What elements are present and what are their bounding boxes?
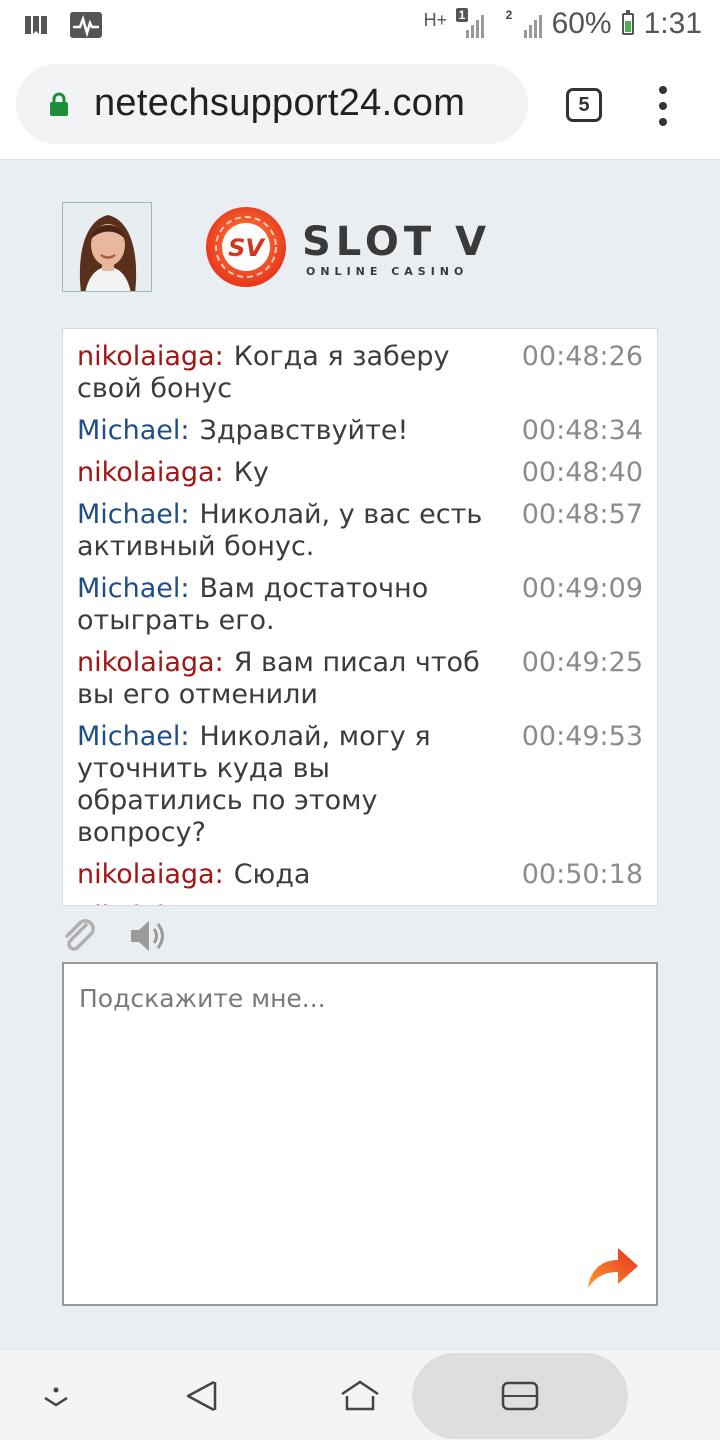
message-time: 00:49:09 xyxy=(521,573,643,604)
message-sender: Michael: xyxy=(77,499,190,530)
message-sender: nikolaiaga: xyxy=(77,901,224,905)
message-input[interactable]: Подскажите мне... xyxy=(62,962,658,1306)
chat-message: Michael: Николай, могу я уточнить куда вы… xyxy=(77,721,643,849)
sim2-label: 2 xyxy=(505,8,513,22)
message-sender: Michael: xyxy=(77,573,190,604)
message-time: 00:48:40 xyxy=(521,457,643,488)
battery-percent: 60% xyxy=(551,7,612,40)
sound-icon[interactable] xyxy=(128,918,168,954)
chat-message: nikolaiaga: Когда я заберу свой бонус 00:4… xyxy=(77,341,643,405)
message-sender: nikolaiaga: xyxy=(77,647,224,678)
message-input-placeholder: Подскажите мне... xyxy=(79,984,326,1013)
message-time: 00:48:34 xyxy=(521,415,643,446)
message-time: 00:48:26 xyxy=(521,341,643,372)
url-text[interactable]: netechsupport24.com xyxy=(94,82,465,125)
chat-message: Michael: Вам достаточно отыграть его. 00:4… xyxy=(77,573,643,637)
clock: 1:31 xyxy=(643,7,702,40)
chat-message: nikolaiaga: Сказали завтра 00:50:18 xyxy=(77,901,643,905)
paperclip-icon[interactable] xyxy=(62,919,98,953)
message-sender: Michael: xyxy=(77,415,190,446)
browser-menu-button[interactable] xyxy=(656,86,670,126)
menu-dot-icon xyxy=(659,118,667,126)
chat-page: SV SLOT V ONLINE CASINO nikolaiaga: Когда… xyxy=(0,161,720,1349)
message-sender: nikolaiaga: xyxy=(77,341,224,372)
message-sender: nikolaiaga: xyxy=(77,859,224,890)
message-text: Ку xyxy=(233,457,269,488)
sim1-signal: H+ 1 xyxy=(423,6,484,42)
chat-message: Michael: Николай, у вас есть активный бон… xyxy=(77,499,643,563)
slotv-logo: SV SLOT V ONLINE CASINO xyxy=(206,207,491,287)
logo-badge-text: SV xyxy=(228,234,266,262)
logo-tagline-text: ONLINE CASINO xyxy=(306,265,468,278)
chat-transcript[interactable]: nikolaiaga: Когда я заберу свой бонус 00:4… xyxy=(62,328,658,906)
sim2-signal: 2 xyxy=(506,6,542,42)
tab-switcher-button[interactable]: 5 xyxy=(566,88,602,122)
recent-apps-icon[interactable] xyxy=(500,1380,540,1412)
message-time: 00:50:18 xyxy=(521,859,643,890)
message-sender: Michael: xyxy=(77,721,190,752)
menu-dot-icon xyxy=(659,86,667,94)
status-bar: H+ 1 2 60% 1:31 xyxy=(0,0,720,50)
home-icon[interactable] xyxy=(338,1378,382,1414)
send-arrow-icon[interactable] xyxy=(586,1244,640,1290)
system-nav-bar xyxy=(0,1349,720,1440)
address-bar[interactable]: netechsupport24.com xyxy=(16,64,528,144)
menu-dot-icon xyxy=(659,102,667,110)
message-time: 00:50:18 xyxy=(522,901,643,905)
chat-message: Michael: Здравствуйте! 00:48:34 xyxy=(77,415,643,447)
activity-icon xyxy=(70,12,102,38)
chat-message: nikolaiaga: Сюда 00:50:18 xyxy=(77,859,643,891)
agent-avatar xyxy=(62,202,152,292)
chat-message: nikolaiaga: Ку 00:48:40 xyxy=(77,457,643,489)
message-sender: nikolaiaga: xyxy=(77,457,224,488)
logo-name-text: SLOT V xyxy=(302,219,491,265)
back-icon[interactable] xyxy=(182,1378,222,1414)
browser-toolbar: netechsupport24.com 5 xyxy=(0,50,720,160)
message-time: 00:49:53 xyxy=(521,721,643,752)
message-text: Сказали завтра xyxy=(234,901,456,905)
network-type-label: H+ xyxy=(423,10,448,30)
message-text: Здравствуйте! xyxy=(199,415,409,446)
message-time: 00:48:57 xyxy=(521,499,643,530)
chat-message: nikolaiaga: Я вам писал чтоб вы его отмен… xyxy=(77,647,643,711)
bookmark-icon xyxy=(25,16,47,34)
chat-tools xyxy=(62,916,168,956)
lock-icon[interactable] xyxy=(49,92,69,116)
chevron-down-icon[interactable] xyxy=(40,1384,72,1408)
message-text: Сюда xyxy=(233,859,311,890)
battery-icon xyxy=(621,10,634,35)
message-time: 00:49:25 xyxy=(521,647,643,678)
